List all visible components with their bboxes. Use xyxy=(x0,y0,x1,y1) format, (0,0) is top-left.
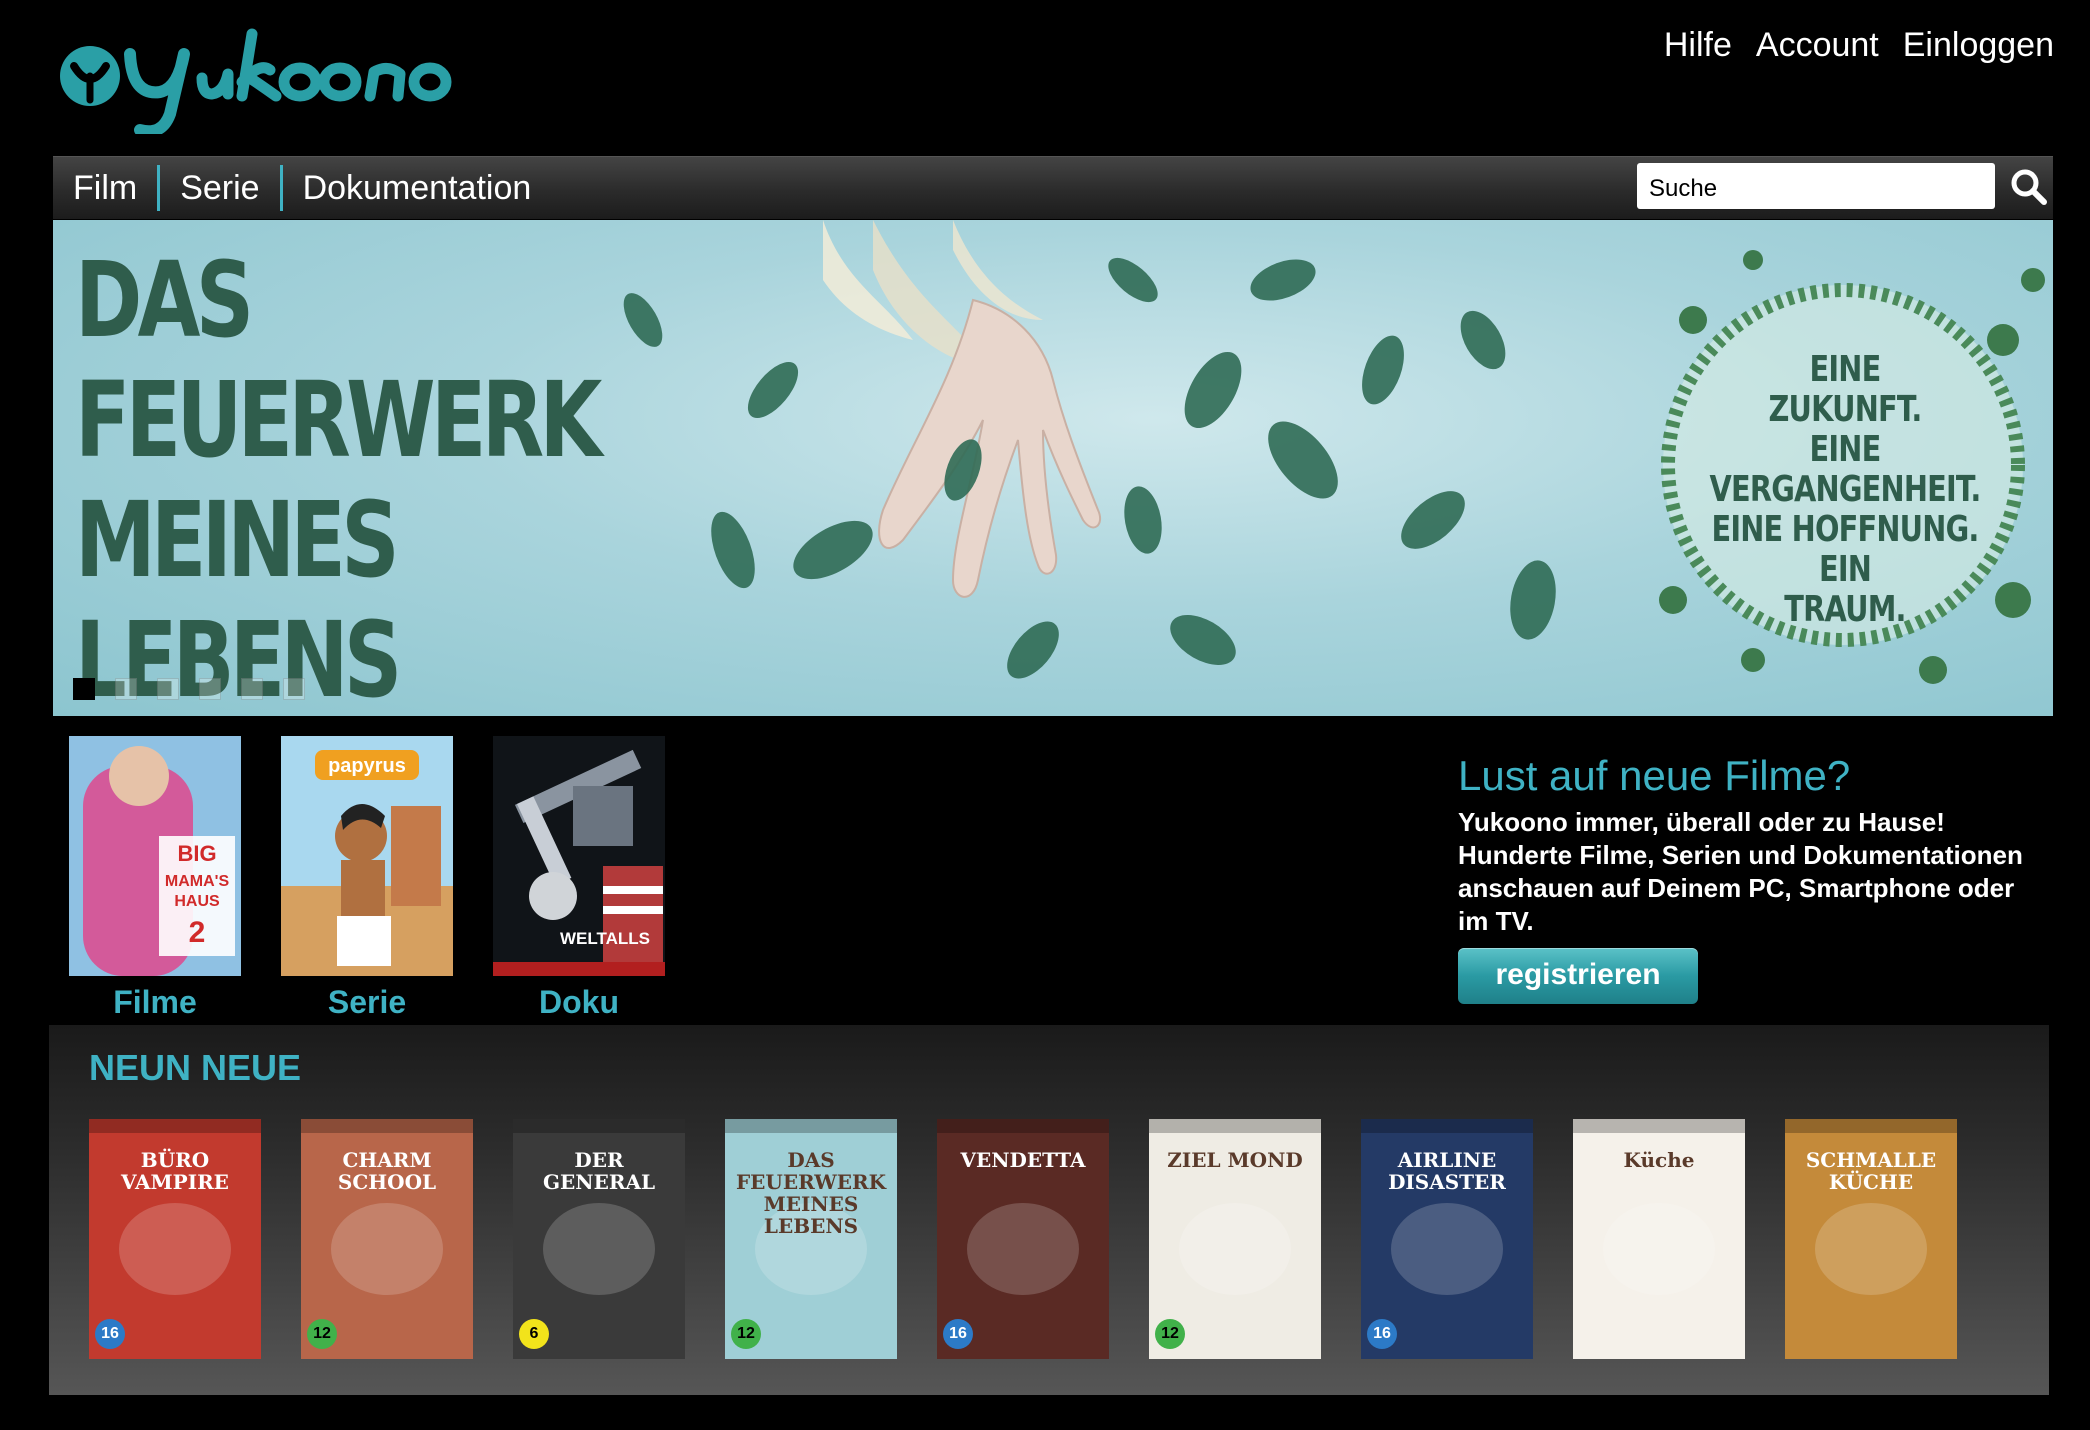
age-rating-badge: 16 xyxy=(1367,1319,1397,1349)
age-rating-badge: 6 xyxy=(519,1319,549,1349)
category-label[interactable]: Filme xyxy=(69,984,241,1021)
dvd-cover[interactable]: DER GENERAL 6 xyxy=(513,1119,685,1359)
dvd-title: SCHMALLE KÜCHE xyxy=(1805,1148,1937,1194)
nav-item-dokumentation[interactable]: Dokumentation xyxy=(283,169,552,208)
slide-dot[interactable] xyxy=(115,678,137,700)
yukoono-logo[interactable] xyxy=(52,14,462,134)
slide-dot[interactable] xyxy=(199,678,221,700)
dvd-title: DER GENERAL xyxy=(542,1148,656,1194)
search-icon[interactable] xyxy=(2009,163,2049,209)
dvd-title: VENDETTA xyxy=(960,1148,1086,1172)
banner-title: DAS FEUERWERK MEINES LEBENS xyxy=(75,239,602,716)
slide-dot[interactable] xyxy=(157,678,179,700)
banner-title-line: FEUERWERK xyxy=(75,359,602,481)
svg-text:MAMA'S: MAMA'S xyxy=(165,873,230,890)
account-link[interactable]: Account xyxy=(1756,26,1879,65)
help-link[interactable]: Hilfe xyxy=(1664,26,1732,65)
banner-tagline: EINE ZUKUNFT. EINE VERGANGENHEIT. EINE H… xyxy=(1675,350,2015,630)
dvd-title: Küche xyxy=(1623,1148,1695,1172)
category-filme[interactable]: BIG MAMA'S HAUS 2 Filme xyxy=(69,736,241,1021)
svg-text:HAUS: HAUS xyxy=(174,893,220,910)
category-poster-doku: WELTALLS xyxy=(493,736,665,976)
tagline-line: EINE HOFFNUNG. xyxy=(1711,509,1979,550)
age-rating-badge: 12 xyxy=(731,1319,761,1349)
dvd-cover[interactable]: BÜRO VAMPIRE 16 xyxy=(89,1119,261,1359)
dvd-title: BÜRO VAMPIRE xyxy=(121,1148,229,1194)
tagline-line: ZUKUNFT. xyxy=(1768,389,1922,430)
dvd-cover[interactable]: VENDETTA 16 xyxy=(937,1119,1109,1359)
category-label[interactable]: Serie xyxy=(281,984,453,1021)
dvd-cover[interactable]: ZIEL MOND 12 xyxy=(1149,1119,1321,1359)
age-rating-badge: 16 xyxy=(95,1319,125,1349)
banner-title-line: DAS xyxy=(75,239,254,361)
age-rating-badge: 16 xyxy=(943,1319,973,1349)
dvd-title: ZIEL MOND xyxy=(1167,1148,1303,1172)
tagline-line: VERGANGENHEIT. xyxy=(1709,469,1981,510)
svg-text:WELTALLS: WELTALLS xyxy=(560,929,650,948)
dvd-cover[interactable]: SCHMALLE KÜCHE xyxy=(1785,1119,1957,1359)
age-rating-badge: 12 xyxy=(307,1319,337,1349)
slide-dot[interactable] xyxy=(73,678,95,700)
svg-text:BIG: BIG xyxy=(177,841,216,866)
slider-pagination xyxy=(73,678,305,700)
banner-title-line: MEINES xyxy=(75,479,400,601)
hero-banner[interactable]: DAS FEUERWERK MEINES LEBENS EINE ZUKUNFT… xyxy=(53,220,2053,716)
section-title: NEUN NEUE xyxy=(89,1047,302,1088)
top-links: Hilfe Account Einloggen xyxy=(1664,26,2054,65)
nav-item-film[interactable]: Film xyxy=(53,169,157,208)
tagline-line: EINE xyxy=(1809,429,1882,470)
register-button[interactable]: registrieren xyxy=(1458,948,1698,1004)
dvd-cover[interactable]: CHARM SCHOOL 12 xyxy=(301,1119,473,1359)
promo-title: Lust auf neue Filme? xyxy=(1458,752,1851,799)
dvd-cover[interactable]: DAS FEUERWERK MEINES LEBENS 12 xyxy=(725,1119,897,1359)
search-input[interactable] xyxy=(1637,163,1995,209)
svg-text:2: 2 xyxy=(189,916,206,949)
category-doku[interactable]: WELTALLS Doku xyxy=(493,736,665,1021)
dvd-cover[interactable]: Küche xyxy=(1573,1119,1745,1359)
slide-dot[interactable] xyxy=(283,678,305,700)
tagline-line: EIN xyxy=(1818,549,1872,590)
main-nav-bar: Film Serie Dokumentation xyxy=(53,156,2053,219)
nav-item-serie[interactable]: Serie xyxy=(160,169,279,208)
age-rating-badge: 12 xyxy=(1155,1319,1185,1349)
dvd-title: DAS FEUERWERK MEINES LEBENS xyxy=(735,1148,887,1238)
tagline-line: TRAUM. xyxy=(1784,589,1906,630)
dvd-title: CHARM SCHOOL xyxy=(337,1148,437,1194)
dvd-cover[interactable]: AIRLINE DISASTER 16 xyxy=(1361,1119,1533,1359)
promo-box: Lust auf neue Filme? Yukoono immer, über… xyxy=(1458,752,2048,1004)
svg-text:papyrus: papyrus xyxy=(328,755,406,777)
category-poster-serie: papyrus xyxy=(281,736,453,976)
slide-dot[interactable] xyxy=(241,678,263,700)
category-serie[interactable]: papyrus Serie xyxy=(281,736,453,1021)
tagline-line: EINE xyxy=(1809,349,1882,390)
new-releases-section: NEUN NEUE BÜRO VAMPIRE 16 CHARM SCHOOL 12 DE… xyxy=(49,1025,2049,1395)
category-label[interactable]: Doku xyxy=(493,984,665,1021)
new-releases-row: BÜRO VAMPIRE 16 CHARM SCHOOL 12 DER GENERAL 6… xyxy=(89,1119,1957,1359)
promo-text: Yukoono immer, überall oder zu Hause! Hu… xyxy=(1458,807,2023,936)
login-link[interactable]: Einloggen xyxy=(1903,26,2054,65)
category-poster-filme: BIG MAMA'S HAUS 2 xyxy=(69,736,241,976)
dvd-title: AIRLINE DISASTER xyxy=(1388,1148,1506,1194)
